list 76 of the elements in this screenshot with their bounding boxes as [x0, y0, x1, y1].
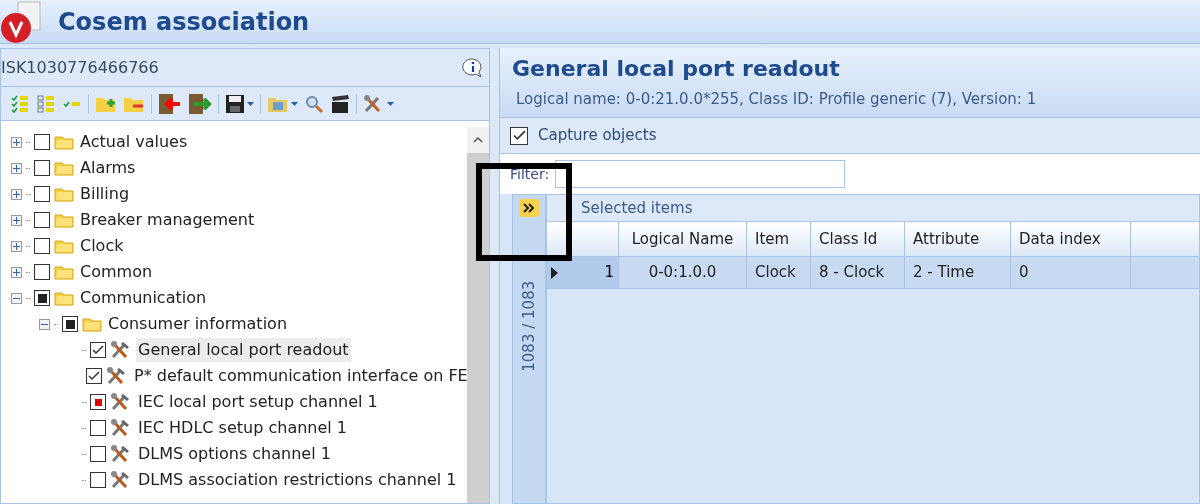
collapse-icon[interactable]: [11, 292, 22, 304]
tree-item[interactable]: IEC HDLC setup channel 1: [136, 416, 350, 440]
checkbox[interactable]: [34, 134, 50, 150]
tree-item[interactable]: Actual values: [78, 130, 190, 154]
expand-icon[interactable]: [11, 162, 22, 174]
side-tab-label: 1083 / 1083: [518, 280, 539, 372]
checkbox[interactable]: [90, 472, 106, 488]
folder-icon: [54, 186, 74, 202]
tree-item[interactable]: IEC local port setup channel 1: [136, 390, 380, 414]
folder-icon: [54, 290, 74, 306]
checkbox[interactable]: [90, 420, 106, 436]
table-cell: 0: [1011, 257, 1131, 288]
window-title: Cosem association: [58, 6, 310, 38]
capture-objects-label: Capture objects: [538, 125, 657, 147]
tools-icon: [106, 366, 128, 386]
current-row-icon: [551, 266, 558, 279]
tree-item[interactable]: Billing: [78, 182, 132, 206]
tree-item[interactable]: General local port readout: [136, 338, 351, 362]
column-header[interactable]: Data index: [1011, 222, 1131, 256]
tree-item[interactable]: P* default communication interface on FE: [132, 364, 467, 388]
tree-item[interactable]: Common: [78, 260, 155, 284]
checkbox[interactable]: [34, 264, 50, 280]
tree-item[interactable]: Alarms: [78, 156, 138, 180]
device-id: ISK1030776466766: [1, 56, 159, 79]
expand-icon[interactable]: [11, 188, 22, 200]
checkbox[interactable]: [90, 446, 106, 462]
capture-objects-checkbox[interactable]: [510, 126, 528, 145]
folder-icon: [54, 212, 74, 228]
tree-item[interactable]: Breaker management: [78, 208, 257, 232]
tree-item[interactable]: DLMS options channel 1: [136, 442, 333, 466]
row-header: 1: [547, 257, 619, 288]
checkbox[interactable]: [90, 342, 106, 358]
table-cell: 0-0:1.0.0: [619, 257, 747, 288]
tools-icon: [110, 470, 132, 490]
column-header[interactable]: Logical Name: [619, 222, 747, 256]
checkbox[interactable]: [34, 160, 50, 176]
table-row[interactable]: 1 0-0:1.0.0 Clock 8 - Clock 2 - Time 0: [547, 257, 1199, 289]
folder-icon: [54, 238, 74, 254]
checkbox[interactable]: [34, 238, 50, 254]
tree-item[interactable]: Clock: [78, 234, 126, 258]
tools-icon: [110, 444, 132, 464]
filter-label: Filter:: [510, 164, 550, 184]
group-title: Selected items: [547, 195, 1199, 221]
table-cell: 8 - Clock: [811, 257, 905, 288]
scroll-up-icon[interactable]: [473, 137, 483, 143]
expand-icon[interactable]: [11, 136, 22, 148]
expand-icon[interactable]: [11, 240, 22, 252]
expand-panel-icon[interactable]: [519, 199, 539, 217]
column-header[interactable]: Attribute: [905, 222, 1011, 256]
checkbox[interactable]: [86, 368, 102, 384]
tree-item[interactable]: Consumer information: [106, 312, 289, 336]
expand-icon[interactable]: [11, 214, 22, 226]
tree-item[interactable]: DLMS association restrictions channel 1: [136, 468, 459, 492]
collapse-icon[interactable]: [39, 318, 50, 330]
checkbox[interactable]: [34, 212, 50, 228]
column-header[interactable]: Item: [747, 222, 811, 256]
table-cell: Clock: [747, 257, 811, 288]
filter-field[interactable]: [555, 160, 846, 188]
folder-icon: [54, 134, 74, 150]
info-icon[interactable]: [461, 56, 485, 79]
folder-icon: [54, 264, 74, 280]
scrollbar[interactable]: [467, 127, 489, 503]
tools-icon: [110, 418, 132, 438]
checkbox[interactable]: [90, 394, 106, 410]
object-title: General local port readout: [512, 55, 841, 83]
tree-item[interactable]: Communication: [78, 286, 209, 310]
tools-icon: [110, 340, 132, 360]
folder-icon: [54, 160, 74, 176]
checkbox[interactable]: [34, 186, 50, 202]
folder-icon: [82, 316, 102, 332]
object-subtitle: Logical name: 0-0:21.0.0*255, Class ID: Profile generic (7), Version: 1: [515, 89, 1038, 110]
table-cell: 2 - Time: [905, 257, 1011, 288]
expand-icon[interactable]: [11, 266, 22, 278]
tools-icon: [110, 392, 132, 412]
side-tab[interactable]: 1083 / 1083: [512, 194, 546, 504]
column-header[interactable]: Class Id: [811, 222, 905, 256]
